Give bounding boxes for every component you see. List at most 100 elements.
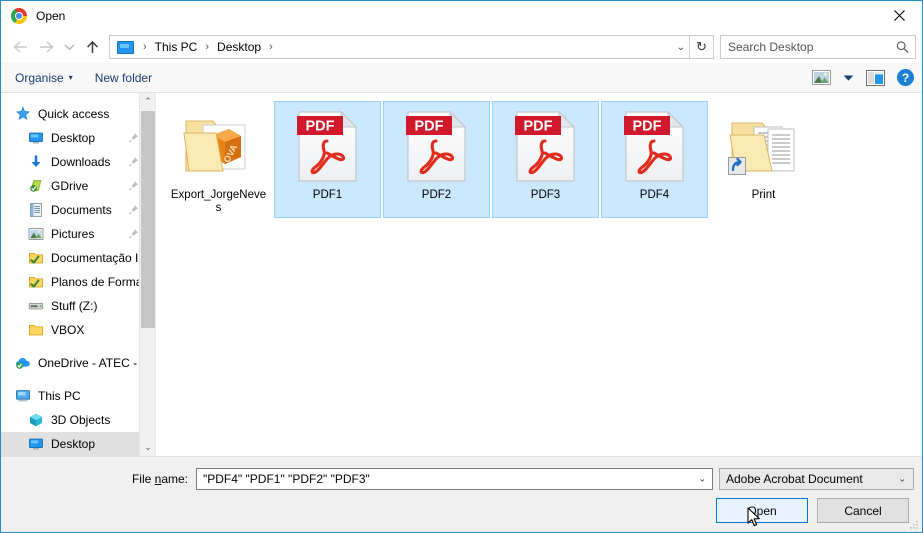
organise-label: Organise [15, 70, 64, 85]
open-button[interactable]: Open [716, 498, 808, 523]
sidebar-item-label: Planos de Forma [51, 275, 143, 289]
scroll-down-icon[interactable]: ⌄ [140, 439, 155, 456]
window-title: Open [36, 9, 66, 23]
pin-icon[interactable] [128, 229, 139, 240]
filetype-select[interactable]: Adobe Acrobat Document ⌄ [719, 468, 914, 490]
sidebar-item-onedrive-atec[interactable]: OneDrive - ATEC - [1, 351, 155, 375]
sidebar-item-vbox[interactable]: VBOX [1, 318, 155, 342]
breadcrumb[interactable]: › This PC › Desktop › ⌄ [109, 35, 690, 59]
help-icon[interactable]: ? [897, 69, 914, 86]
sidebar-item-label: Desktop [51, 437, 96, 451]
download-arrow-icon [28, 154, 44, 170]
pdf-file-icon: PDF [508, 109, 584, 185]
file-item[interactable]: PDF PDF3 [492, 101, 599, 218]
organise-button[interactable]: Organise ▾ [15, 71, 73, 85]
onedrive-icon [15, 355, 31, 371]
preview-pane-icon[interactable] [866, 69, 885, 86]
sidebar-item-label: Pictures [51, 227, 95, 241]
sidebar-item-documenta-o-i[interactable]: Documentação I [1, 246, 155, 270]
filename-row: File name: ⌄ Adobe Acrobat Document ⌄ [1, 468, 922, 490]
svg-text:PDF: PDF [632, 119, 661, 135]
sidebar-item-desktop[interactable]: Desktop [1, 432, 155, 456]
filename-label-post: ame: [161, 472, 188, 486]
view-options-dropdown-icon[interactable] [843, 74, 854, 82]
recent-locations-button[interactable] [59, 34, 79, 60]
documents-folder-icon [726, 109, 802, 185]
file-item-label: PDF1 [312, 189, 343, 201]
cancel-button[interactable]: Cancel [817, 498, 909, 523]
new-folder-button[interactable]: New folder [95, 71, 152, 85]
sidebar-item-3d-objects[interactable]: 3D Objects [1, 408, 155, 432]
sidebar-item-this-pc[interactable]: This PC [1, 384, 155, 408]
view-options-icon[interactable] [812, 70, 831, 85]
folder-icon [28, 322, 44, 338]
svg-text:PDF: PDF [523, 119, 552, 135]
filename-field[interactable]: ⌄ [196, 468, 713, 490]
filetype-value: Adobe Acrobat Document [726, 472, 863, 486]
sidebar-item-downloads[interactable]: Downloads [1, 150, 155, 174]
scrollbar-thumb[interactable] [141, 111, 155, 328]
pin-icon[interactable] [128, 157, 139, 168]
file-item[interactable]: OVA Export_JorgeNeves [165, 101, 272, 218]
sidebar-item-label: 3D Objects [51, 413, 111, 427]
pictures-icon [28, 226, 44, 242]
file-item-label: PDF2 [421, 189, 452, 201]
monitor-icon [28, 436, 44, 452]
sidebar-item-desktop[interactable]: Desktop [1, 126, 155, 150]
sidebar-item-label: OneDrive - ATEC - [38, 356, 138, 370]
up-button[interactable] [79, 34, 105, 60]
button-row: Open Cancel [716, 498, 909, 523]
sidebar-item-stuff-z[interactable]: Stuff (Z:) [1, 294, 155, 318]
svg-text:PDF: PDF [305, 119, 334, 135]
chrome-icon [11, 8, 27, 24]
sidebar-item-documents[interactable]: Documents [1, 198, 155, 222]
star-pin-icon [15, 106, 31, 122]
sidebar-item-quick-access[interactable]: Quick access [1, 102, 155, 126]
resize-grip[interactable] [908, 519, 919, 530]
sidebar-item-label: Quick access [38, 107, 110, 121]
back-button[interactable] [7, 34, 33, 60]
breadcrumb-dropdown-icon[interactable]: ⌄ [677, 36, 685, 58]
sidebar-item-label: Documentação I [51, 251, 139, 265]
search-box[interactable] [720, 35, 916, 59]
forward-button[interactable] [33, 34, 59, 60]
pin-icon[interactable] [128, 205, 139, 216]
breadcrumb-separator-1: › [205, 41, 210, 53]
sidebar-item-pictures[interactable]: Pictures [1, 222, 155, 246]
svg-text:PDF: PDF [414, 119, 443, 135]
dialog-footer: File name: ⌄ Adobe Acrobat Document ⌄ Op… [1, 457, 922, 532]
pin-icon[interactable] [128, 133, 139, 144]
toolbar-right-group: ? [812, 69, 914, 86]
gdrive-icon [28, 178, 44, 194]
search-input[interactable] [721, 40, 915, 54]
navigation-pane: Quick access Desktop Downloads GDrive Docume… [1, 93, 156, 456]
chevron-down-icon: ▾ [68, 73, 73, 82]
title-bar: Open [1, 1, 922, 31]
breadcrumb-item-desktop[interactable]: Desktop [215, 38, 263, 56]
refresh-icon[interactable]: ↻ [690, 35, 714, 59]
sidebar-item-planos-de-forma[interactable]: Planos de Forma [1, 270, 155, 294]
documents-icon [28, 202, 44, 218]
file-item[interactable]: Print [710, 101, 817, 218]
file-item[interactable]: PDF PDF4 [601, 101, 708, 218]
filename-input[interactable] [197, 469, 712, 489]
pin-icon[interactable] [128, 181, 139, 192]
file-list[interactable]: OVA Export_JorgeNeves PDF PDF1 PDF PDF2 PDF PDF… [156, 93, 922, 456]
sidebar-scrollbar[interactable]: ⌃ ⌄ [139, 93, 155, 456]
file-item-label: PDF4 [639, 189, 670, 201]
sidebar-item-label: VBOX [51, 323, 85, 337]
scroll-up-icon[interactable]: ⌃ [140, 93, 155, 110]
file-item-label: Export_JorgeNeves [170, 189, 267, 214]
sidebar-item-label: This PC [38, 389, 81, 403]
open-file-dialog: Open › This PC › Desktop › ⌄ ↻ Search De… [0, 0, 923, 533]
close-icon[interactable] [876, 1, 922, 30]
breadcrumb-item-this-pc[interactable]: This PC [153, 38, 200, 56]
file-item[interactable]: PDF PDF1 [274, 101, 381, 218]
filename-dropdown-icon[interactable]: ⌄ [698, 474, 706, 485]
file-item[interactable]: PDF PDF2 [383, 101, 490, 218]
sidebar-list: Quick access Desktop Downloads GDrive Docume… [1, 93, 155, 456]
chevron-down-icon: ⌄ [898, 473, 906, 484]
search-icon [896, 41, 909, 53]
sidebar-item-gdrive[interactable]: GDrive [1, 174, 155, 198]
